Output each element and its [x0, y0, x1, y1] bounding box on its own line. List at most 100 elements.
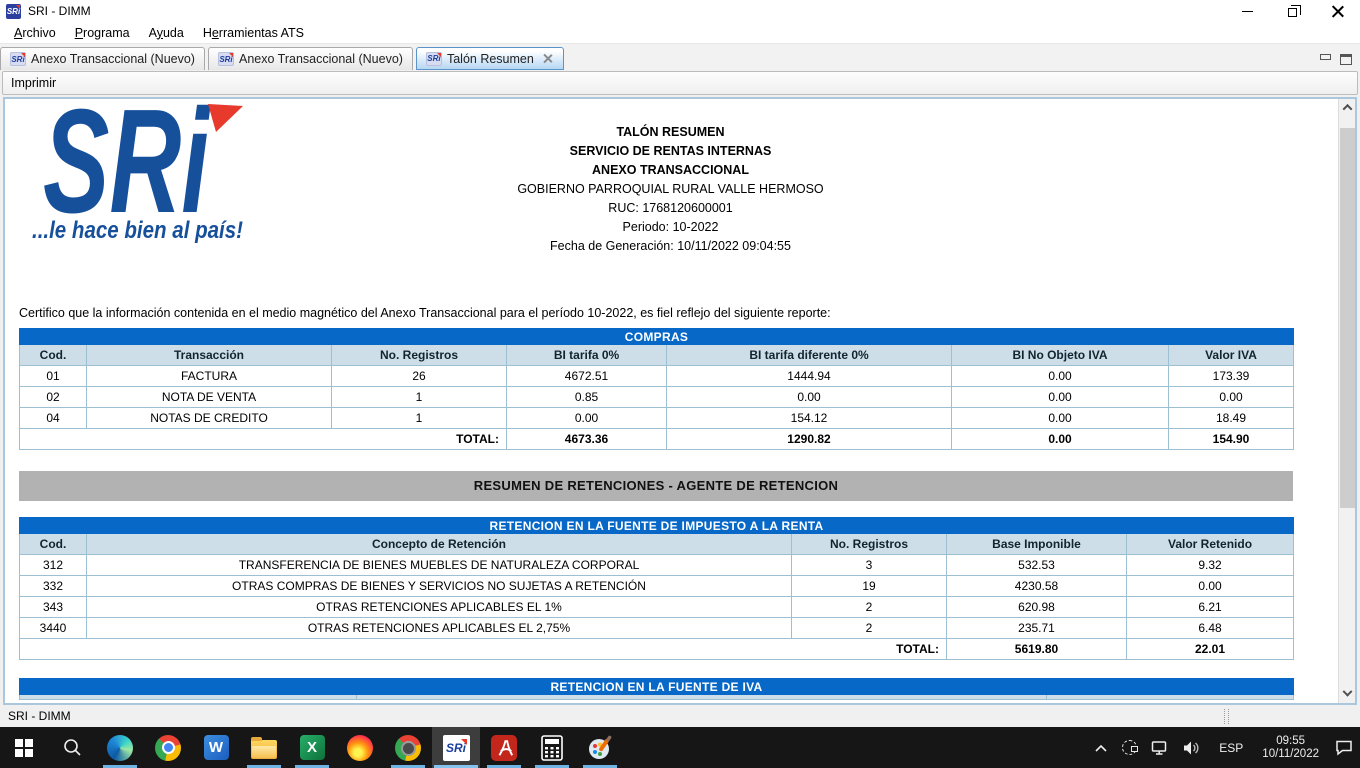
- clock-time: 09:55: [1276, 734, 1306, 747]
- restore-icon: [1288, 4, 1301, 17]
- network-icon: [1152, 740, 1167, 755]
- taskbar-acrobat[interactable]: [480, 727, 528, 768]
- retenciones-section-header: RESUMEN DE RETENCIONES - AGENTE DE RETEN…: [19, 471, 1293, 501]
- col-header: Concepto de Retención: [86, 533, 792, 555]
- taskbar-firefox[interactable]: [336, 727, 384, 768]
- language-indicator[interactable]: ESP: [1209, 727, 1253, 768]
- cell: 0.00: [666, 386, 952, 408]
- cell: 0.00: [1125, 575, 1295, 597]
- report-annex: ANEXO TRANSACCIONAL: [592, 163, 749, 177]
- taskbar-word[interactable]: W: [192, 727, 240, 768]
- cell: FACTURA: [86, 365, 332, 387]
- report-ruc: RUC: 1768120600001: [608, 201, 733, 215]
- cell: 2: [791, 596, 947, 618]
- taskbar-excel[interactable]: X: [288, 727, 336, 768]
- report-view: SRi ...le hace bien al país! TALÓN RESUM…: [3, 97, 1357, 705]
- start-button[interactable]: [0, 727, 48, 768]
- view-minimize-icon[interactable]: [1319, 54, 1332, 65]
- col-header: BI tarifa 0%: [506, 344, 667, 366]
- col-header: BI tarifa diferente 0%: [666, 344, 952, 366]
- tab-label: Anexo Transaccional (Nuevo): [31, 52, 195, 66]
- tab-label: Anexo Transaccional (Nuevo): [238, 52, 403, 66]
- menu-ayuda[interactable]: Ayuda: [143, 24, 190, 42]
- taskbar-sri-dimm[interactable]: SRi: [432, 727, 480, 768]
- cell: 1: [331, 407, 507, 429]
- tray-sync-button[interactable]: [1115, 727, 1144, 768]
- cell: 18.49: [1168, 407, 1294, 429]
- restore-button[interactable]: [1270, 0, 1315, 22]
- scrollbar-thumb[interactable]: [1340, 128, 1355, 508]
- cell: 01: [19, 365, 87, 387]
- table-row: 332 OTRAS COMPRAS DE BIENES Y SERVICIOS …: [19, 575, 1295, 597]
- sri-icon: SRi: [442, 734, 470, 761]
- system-tray: ESP 09:55 10/11/2022: [1087, 727, 1360, 768]
- taskbar-paint[interactable]: [576, 727, 624, 768]
- col-header: Cod.: [19, 533, 87, 555]
- tray-volume-button[interactable]: [1176, 727, 1209, 768]
- tray-overflow-button[interactable]: [1087, 727, 1115, 768]
- calculator-icon: [541, 734, 563, 761]
- report-generation-date: Fecha de Generación: 10/11/2022 09:04:55: [550, 239, 791, 253]
- tray-network-button[interactable]: [1144, 727, 1176, 768]
- taskbar-search-button[interactable]: [48, 727, 96, 768]
- chrome-icon: [155, 734, 181, 761]
- retencion-iva-table: RETENCION EN LA FUENTE DE IVA: [19, 678, 1294, 700]
- menu-archivo[interactable]: Archivo: [8, 24, 62, 42]
- cell: 1444.94: [666, 365, 952, 387]
- word-icon: W: [203, 735, 229, 760]
- clock-date: 10/11/2022: [1262, 747, 1319, 760]
- toolbar: Imprimir: [0, 70, 1360, 97]
- menu-herramientas-ats[interactable]: Herramientas ATS: [197, 24, 310, 42]
- taskbar-clock[interactable]: 09:55 10/11/2022: [1253, 727, 1328, 768]
- cell: 26: [331, 365, 507, 387]
- cell: 0.00: [1168, 386, 1294, 408]
- minimize-icon: [1242, 10, 1253, 12]
- report-taxpayer: GOBIERNO PARROQUIAL RURAL VALLE HERMOSO: [517, 182, 824, 196]
- taskbar-chrome-profile[interactable]: [384, 727, 432, 768]
- cell: 4672.51: [506, 365, 667, 387]
- total-cell: 1290.82: [666, 428, 952, 450]
- status-bar: SRI - DIMM: [0, 705, 1360, 727]
- file-explorer-icon: [251, 736, 277, 759]
- col-header: No. Registros: [791, 533, 947, 555]
- report-header: TALÓN RESUMEN SERVICIO DE RENTAS INTERNA…: [5, 123, 1336, 256]
- taskbar-chrome[interactable]: [144, 727, 192, 768]
- tab-anexo-transaccional-2[interactable]: SRi Anexo Transaccional (Nuevo): [207, 47, 413, 70]
- tab-anexo-transaccional-1[interactable]: SRi Anexo Transaccional (Nuevo): [0, 47, 205, 70]
- scroll-up-button[interactable]: [1339, 99, 1356, 116]
- close-button[interactable]: [1315, 0, 1360, 22]
- cell: 332: [19, 575, 87, 597]
- firefox-icon: [347, 734, 373, 761]
- excel-icon: X: [299, 735, 325, 760]
- taskbar-edge[interactable]: [96, 727, 144, 768]
- tab-close-icon[interactable]: [541, 52, 554, 65]
- table-row: 01 FACTURA 26 4672.51 1444.94 0.00 173.3…: [19, 365, 1294, 387]
- col-header: Valor Retenido: [1125, 533, 1295, 555]
- sri-app-icon: SRi: [6, 3, 21, 19]
- tab-talon-resumen[interactable]: SRi Talón Resumen: [415, 47, 564, 70]
- scroll-down-button[interactable]: [1339, 686, 1356, 703]
- cell: 6.48: [1125, 617, 1295, 639]
- imprimir-label: Imprimir: [11, 76, 57, 90]
- cell: 0.00: [951, 365, 1169, 387]
- minimize-button[interactable]: [1225, 0, 1270, 22]
- cell: OTRAS RETENCIONES APLICABLES EL 2,75%: [86, 617, 792, 639]
- windows-taskbar: W X SRi ESP 09:55 10/11/2022: [0, 727, 1360, 768]
- cell: 4230.58: [946, 575, 1127, 597]
- compras-table: COMPRAS Cod. Transacción No. Registros B…: [19, 328, 1294, 450]
- menu-programa[interactable]: Programa: [69, 24, 136, 42]
- imprimir-button[interactable]: Imprimir: [2, 71, 1358, 95]
- action-center-button[interactable]: [1328, 727, 1360, 768]
- cell: NOTAS DE CREDITO: [86, 407, 332, 429]
- taskbar-calculator[interactable]: [528, 727, 576, 768]
- arrow-up-icon: [1342, 103, 1353, 114]
- vertical-scrollbar[interactable]: [1338, 99, 1355, 703]
- iva-title: RETENCION EN LA FUENTE DE IVA: [19, 678, 1294, 695]
- total-row: TOTAL: 5619.80 22.01: [19, 638, 1295, 660]
- action-center-icon: [1336, 740, 1352, 756]
- taskbar-file-explorer[interactable]: [240, 727, 288, 768]
- search-icon: [63, 739, 81, 756]
- total-cell: 22.01: [1125, 638, 1295, 660]
- total-cell: 4673.36: [506, 428, 667, 450]
- view-maximize-icon[interactable]: [1340, 54, 1352, 65]
